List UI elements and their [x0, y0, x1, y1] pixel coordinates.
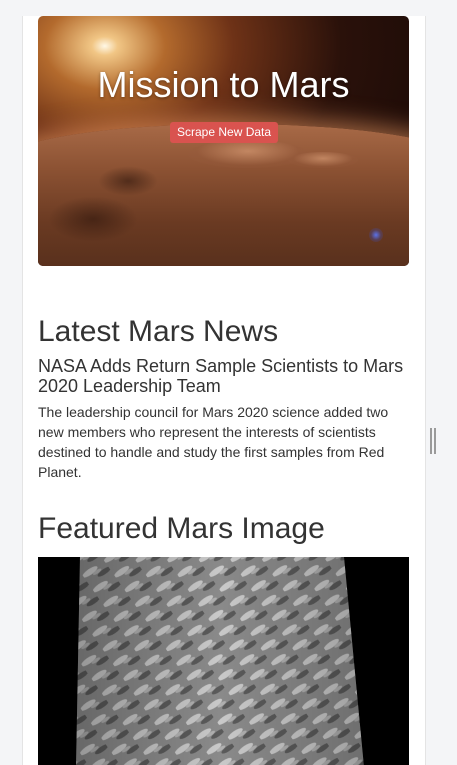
crater-graphic	[188, 140, 308, 168]
featured-mars-image[interactable]	[38, 557, 409, 765]
news-teaser: The leadership council for Mars 2020 sci…	[38, 404, 389, 480]
featured-section-heading: Featured Mars Image	[38, 512, 325, 545]
featured-image-section: Featured Mars Image	[38, 511, 410, 547]
crater-shadow-graphic	[98, 166, 158, 196]
page-viewport: Mission to Mars Scrape New Data Latest M…	[22, 16, 426, 765]
mars-terrain-image	[76, 557, 364, 765]
news-headline: NASA Adds Return Sample Scientists to Ma…	[38, 356, 404, 396]
jumbotron-hero: Mission to Mars Scrape New Data	[38, 16, 409, 266]
crater-shadow-graphic	[48, 196, 138, 242]
lens-flare-graphic	[369, 228, 383, 242]
drag-handle-icon[interactable]	[430, 428, 436, 454]
latest-news-section: Latest Mars News NASA Adds Return Sample…	[38, 314, 410, 482]
news-section-heading: Latest Mars News	[38, 315, 279, 348]
page-title: Mission to Mars	[97, 64, 350, 105]
scrape-new-data-button[interactable]: Scrape New Data	[170, 122, 279, 143]
crater-graphic	[288, 152, 358, 168]
